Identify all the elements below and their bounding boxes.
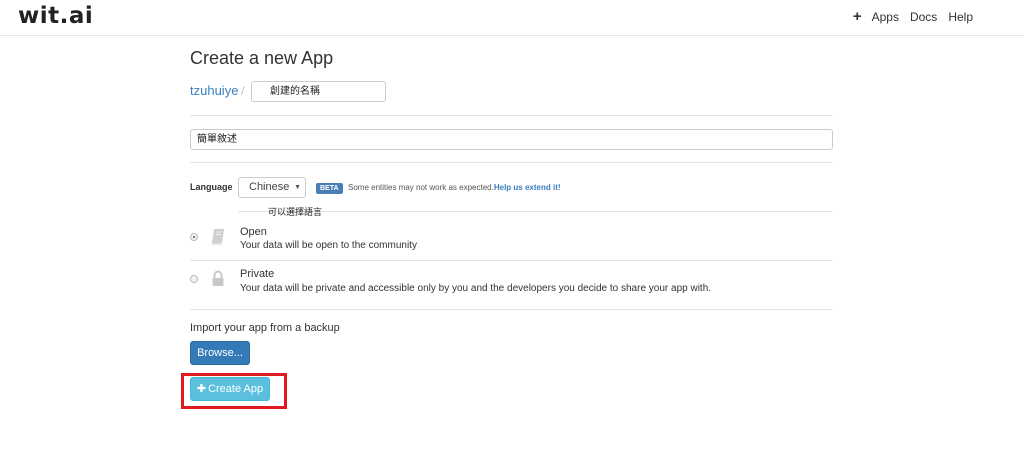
radio-open[interactable] — [190, 233, 198, 241]
page-title: Create a new App — [190, 48, 334, 68]
divider — [190, 162, 833, 163]
nav-link-help[interactable]: Help — [948, 10, 973, 24]
language-label: Language — [190, 182, 233, 192]
language-selected-value: Chinese — [249, 181, 290, 193]
beta-badge: BETA — [316, 183, 343, 194]
lock-icon — [210, 270, 226, 293]
plus-icon: ✚ — [196, 383, 207, 395]
owner-link[interactable]: tzuhuiye — [190, 83, 238, 98]
description-input[interactable]: 簡單敘述 — [190, 129, 833, 150]
book-icon — [210, 228, 226, 251]
beta-note-text: Some entities may not work as expected. — [348, 183, 494, 192]
wit-logo[interactable]: wit.ai — [18, 3, 93, 29]
caret-down-icon: ▼ — [294, 184, 301, 191]
path-separator: / — [241, 84, 245, 98]
divider — [238, 211, 833, 212]
import-label: Import your app from a backup — [190, 322, 340, 334]
divider — [190, 115, 833, 116]
radio-private[interactable] — [190, 275, 198, 283]
plus-icon[interactable]: + — [853, 9, 862, 24]
language-select[interactable]: Chinese ▼ — [238, 177, 306, 198]
language-annotation: 可以選擇語言 — [268, 208, 323, 218]
create-app-button[interactable]: ✚ Create App — [190, 377, 270, 401]
help-extend-link[interactable]: Help us extend it! — [494, 183, 561, 192]
nav-links: + Apps Docs Help — [853, 9, 973, 24]
nav-link-apps[interactable]: Apps — [872, 10, 899, 24]
divider — [190, 260, 833, 261]
beta-note: Some entities may not work as expected.H… — [348, 183, 561, 192]
option-open-description: Your data will be open to the community — [240, 240, 417, 251]
create-app-label: Create App — [208, 383, 264, 395]
browse-button[interactable]: Browse... — [190, 341, 250, 365]
nav-link-docs[interactable]: Docs — [910, 10, 937, 24]
top-navbar: wit.ai + Apps Docs Help — [0, 0, 1024, 36]
option-open-title: Open — [240, 226, 267, 238]
option-private-description: Your data will be private and accessible… — [240, 283, 712, 294]
option-private-title: Private — [240, 268, 275, 280]
divider — [190, 309, 833, 310]
app-name-input[interactable]: 創建的名稱 — [251, 81, 386, 102]
